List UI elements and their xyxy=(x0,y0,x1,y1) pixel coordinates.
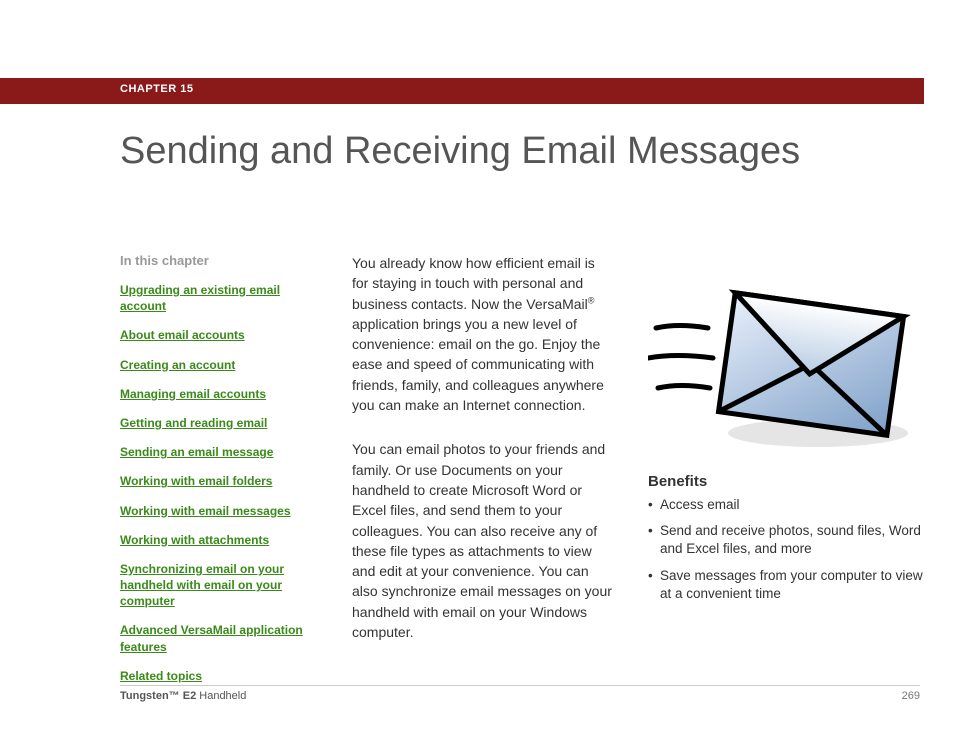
toc-sidebar: In this chapter Upgrading an existing em… xyxy=(120,253,315,697)
toc-link-sending-message[interactable]: Sending an email message xyxy=(120,444,315,460)
toc-heading: In this chapter xyxy=(120,253,315,268)
page-number: 269 xyxy=(902,690,920,702)
toc-link-attachments[interactable]: Working with attachments xyxy=(120,532,315,548)
benefit-item: Access email xyxy=(648,496,928,514)
toc-link-sync[interactable]: Synchronizing email on your handheld wit… xyxy=(120,561,315,610)
toc-link-messages[interactable]: Working with email messages xyxy=(120,503,315,519)
intro-paragraph-1: You already know how efficient email is … xyxy=(352,253,612,415)
toc-link-creating-account[interactable]: Creating an account xyxy=(120,357,315,373)
flying-envelope-icon xyxy=(648,253,928,453)
toc-link-folders[interactable]: Working with email folders xyxy=(120,473,315,489)
toc-link-getting-reading[interactable]: Getting and reading email xyxy=(120,415,315,431)
page-title: Sending and Receiving Email Messages xyxy=(120,130,800,173)
toc-link-about-accounts[interactable]: About email accounts xyxy=(120,327,315,343)
toc-link-related[interactable]: Related topics xyxy=(120,668,315,684)
right-column: Benefits Access email Send and receive p… xyxy=(648,253,928,611)
intro-paragraph-2: You can email photos to your friends and… xyxy=(352,439,612,642)
benefits-heading: Benefits xyxy=(648,473,928,490)
benefits-section: Benefits Access email Send and receive p… xyxy=(648,473,928,603)
toc-link-managing-accounts[interactable]: Managing email accounts xyxy=(120,386,315,402)
toc-link-upgrading[interactable]: Upgrading an existing email account xyxy=(120,282,315,314)
product-name: Tungsten™ E2 Handheld xyxy=(120,690,246,702)
page-footer: Tungsten™ E2 Handheld 269 xyxy=(120,685,920,702)
benefit-item: Save messages from your computer to view… xyxy=(648,567,928,603)
chapter-bar: CHAPTER 15 xyxy=(0,78,924,104)
chapter-label: CHAPTER 15 xyxy=(120,83,193,95)
toc-link-advanced[interactable]: Advanced VersaMail application features xyxy=(120,622,315,654)
benefit-item: Send and receive photos, sound files, Wo… xyxy=(648,522,928,558)
body-text: You already know how efficient email is … xyxy=(352,253,612,666)
